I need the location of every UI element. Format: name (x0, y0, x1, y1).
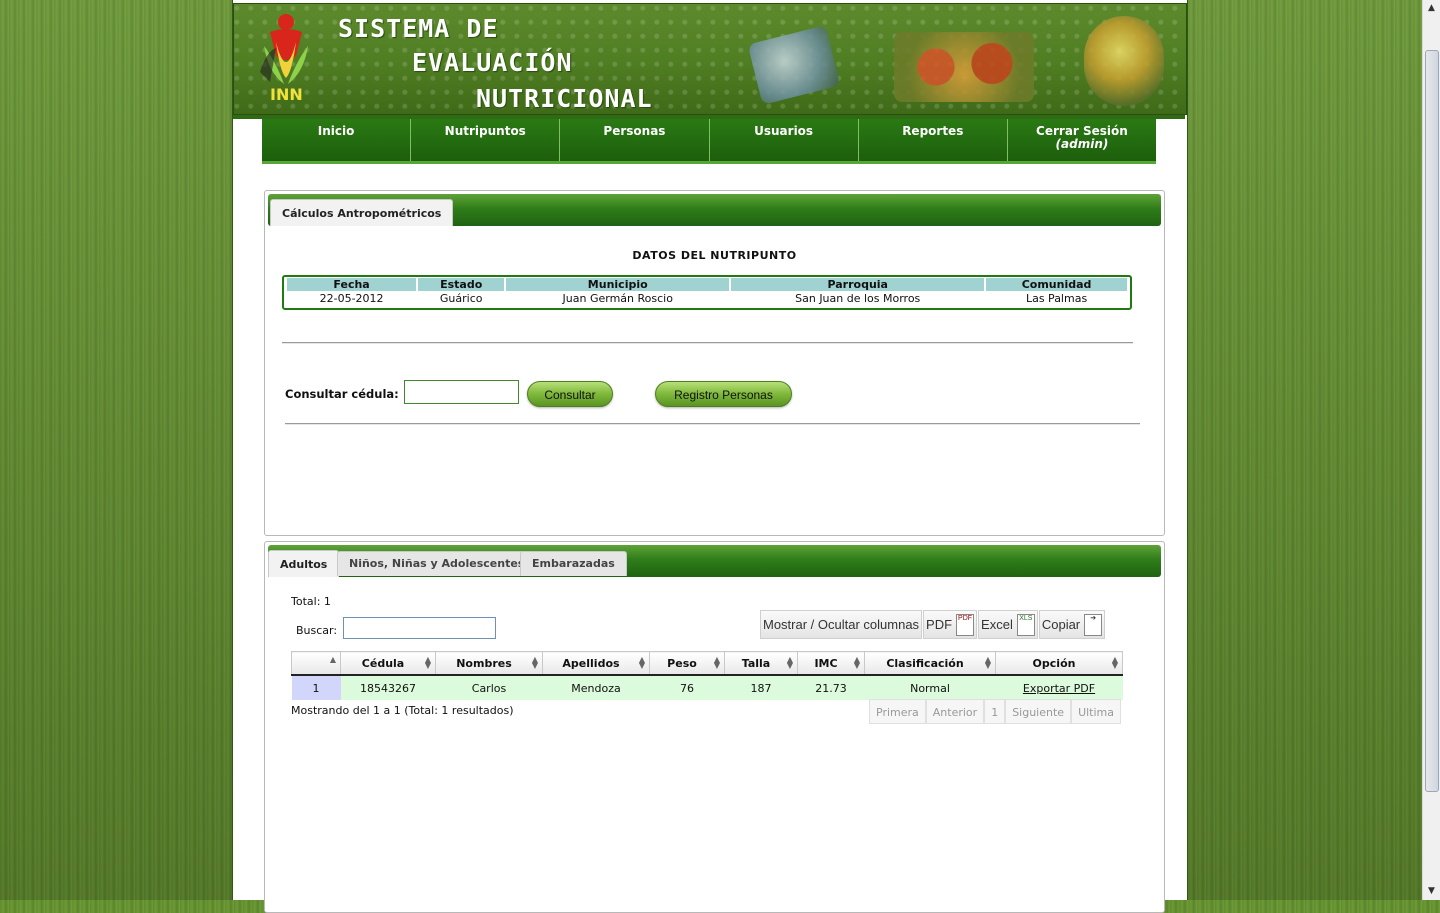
scroll-down-icon[interactable]: ▼ (1423, 883, 1440, 900)
consultar-button[interactable]: Consultar (527, 381, 613, 407)
search-input[interactable] (343, 617, 496, 639)
pager-previous[interactable]: Anterior (925, 699, 985, 724)
pagination: Primera Anterior 1 Siguiente Ultima (869, 699, 1121, 724)
copy-icon: ➔ (1084, 613, 1103, 636)
sort-icon: ▲ ▼ (1111, 655, 1118, 670)
tab-adultos[interactable]: Adultos (268, 550, 340, 577)
results-table: ▲ Cédula ▲ ▼ Nombres ▲ ▼ Apellidos ▲ ▼ Peso ▲ ▼ … (291, 651, 1123, 700)
nav-cerrar-sesion[interactable]: Cerrar Sesión (admin) (1008, 119, 1156, 161)
nav-reportes[interactable]: Reportes (859, 119, 1008, 161)
col-comunidad: Comunidad (986, 278, 1127, 291)
sort-icon: ▲ ▼ (424, 655, 431, 670)
parroquia-value: San Juan de los Morros (795, 292, 921, 305)
table-tools: Mostrar / Ocultar columnas PDF PDF Excel X… (760, 610, 1106, 639)
comunidad-value: Las Palmas (1025, 292, 1088, 305)
column-header-clasificacion[interactable]: Clasificación ▲ ▼ (864, 651, 996, 676)
total-count: Total: 1 (291, 595, 331, 608)
banner-title-line-2: EVALUACIÓN (412, 48, 573, 77)
municipio-value: Juan Germán Roscio (562, 292, 673, 305)
cell-nombres: Carlos (435, 675, 543, 700)
banner-photo-vegetables (894, 32, 1034, 102)
tab-embarazadas[interactable]: Embarazadas (520, 551, 627, 576)
cedula-input[interactable] (404, 380, 519, 404)
registro-personas-button[interactable]: Registro Personas (655, 381, 792, 407)
nav-personas[interactable]: Personas (560, 119, 710, 161)
col-municipio: Municipio (506, 278, 730, 291)
sort-icon: ▲ ▼ (984, 655, 991, 670)
estado-value: Guárico (439, 292, 483, 305)
pager-page-1[interactable]: 1 (984, 699, 1006, 724)
copy-button[interactable]: Copiar ➔ (1038, 610, 1106, 639)
col-fecha: Fecha (287, 278, 417, 291)
excel-export-button[interactable]: Excel XLS (978, 610, 1038, 639)
column-header-nombres[interactable]: Nombres ▲ ▼ (435, 651, 543, 676)
divider (285, 423, 1140, 425)
resultados-panel: Adultos Niños, Niñas y Adolescentes Emba… (264, 541, 1165, 913)
pager-next[interactable]: Siguiente (1005, 699, 1072, 724)
pager-last[interactable]: Ultima (1071, 699, 1121, 724)
banner-photo-scale (747, 25, 841, 105)
column-header-apellidos[interactable]: Apellidos ▲ ▼ (542, 651, 650, 676)
inn-logo: INN (260, 14, 308, 104)
cell-talla: 187 (724, 675, 798, 700)
nutripunto-section-title: DATOS DEL NUTRIPUNTO (632, 249, 797, 262)
buscar-label: Buscar: (296, 624, 338, 637)
cell-opcion: Exportar PDF (995, 675, 1123, 700)
fecha-value: 22-05-2012 (319, 292, 384, 305)
show-hide-columns-button[interactable]: Mostrar / Ocultar columnas (760, 610, 923, 639)
consultar-cedula-label: Consultar cédula: (285, 387, 399, 401)
table-row: 1 18543267 Carlos Mendoza 76 187 21.73 N… (291, 675, 1123, 700)
sort-asc-icon: ▲ (329, 655, 336, 664)
exportar-pdf-link[interactable]: Exportar PDF (1023, 682, 1095, 695)
tab-ninos[interactable]: Niños, Niñas y Adolescentes (337, 551, 537, 576)
sort-icon: ▲ ▼ (638, 655, 645, 670)
header-banner: INN SISTEMA DE EVALUACIÓN NUTRICIONAL (233, 3, 1187, 115)
pdf-icon: PDF (956, 613, 975, 636)
calculos-panel: Cálculos Antropométricos DATOS DEL NUTRI… (264, 190, 1165, 536)
main-nav: Inicio Nutripuntos Personas Usuarios Rep… (262, 119, 1156, 164)
scroll-up-icon[interactable]: ▲ (1423, 0, 1440, 17)
cell-cedula: 18543267 (340, 675, 436, 700)
nutripunto-table: Fecha Estado Municipio Parroquia Comunid… (282, 275, 1132, 310)
tab-calculos-antropometricos[interactable]: Cálculos Antropométricos (270, 199, 454, 226)
column-header-cedula[interactable]: Cédula ▲ ▼ (340, 651, 436, 676)
cell-index: 1 (291, 675, 341, 700)
sort-icon: ▲ ▼ (713, 655, 720, 670)
column-header-talla[interactable]: Talla ▲ ▼ (724, 651, 798, 676)
sort-icon: ▲ ▼ (531, 655, 538, 670)
banner-title-line-1: SISTEMA DE (338, 14, 499, 43)
cell-imc: 21.73 (797, 675, 865, 700)
pdf-export-button[interactable]: PDF PDF (923, 610, 978, 639)
column-header-imc[interactable]: IMC ▲ ▼ (797, 651, 865, 676)
excel-icon: XLS (1016, 613, 1035, 636)
column-header-peso[interactable]: Peso ▲ ▼ (649, 651, 725, 676)
sort-icon: ▲ ▼ (853, 655, 860, 670)
col-parroquia: Parroquia (731, 278, 985, 291)
nav-nutripuntos[interactable]: Nutripuntos (411, 119, 561, 161)
logged-user: (admin) (1055, 137, 1109, 151)
nav-usuarios[interactable]: Usuarios (710, 119, 859, 161)
cell-clasificacion: Normal (864, 675, 996, 700)
sort-icon: ▲ ▼ (786, 655, 793, 670)
nav-inicio[interactable]: Inicio (262, 119, 412, 161)
divider (282, 342, 1133, 344)
cell-apellidos: Mendoza (542, 675, 650, 700)
showing-info: Mostrando del 1 a 1 (Total: 1 resultados… (291, 704, 514, 717)
page-wrapper: INN SISTEMA DE EVALUACIÓN NUTRICIONAL In… (232, 0, 1188, 913)
banner-photo-pot (1084, 16, 1164, 106)
resultados-tabbar: Adultos Niños, Niñas y Adolescentes Emba… (268, 545, 1161, 577)
banner-title-line-3: NUTRICIONAL (476, 84, 653, 113)
svg-text:INN: INN (270, 85, 303, 104)
calculos-tabbar: Cálculos Antropométricos (268, 194, 1161, 226)
scrollbar-thumb[interactable] (1425, 50, 1439, 792)
col-estado: Estado (418, 278, 505, 291)
pager-first[interactable]: Primera (869, 699, 926, 724)
column-header-opcion[interactable]: Opción ▲ ▼ (995, 651, 1123, 676)
window-scrollbar[interactable]: ▲ ▼ (1422, 0, 1440, 900)
cell-peso: 76 (649, 675, 725, 700)
column-header-index[interactable]: ▲ (291, 651, 341, 676)
